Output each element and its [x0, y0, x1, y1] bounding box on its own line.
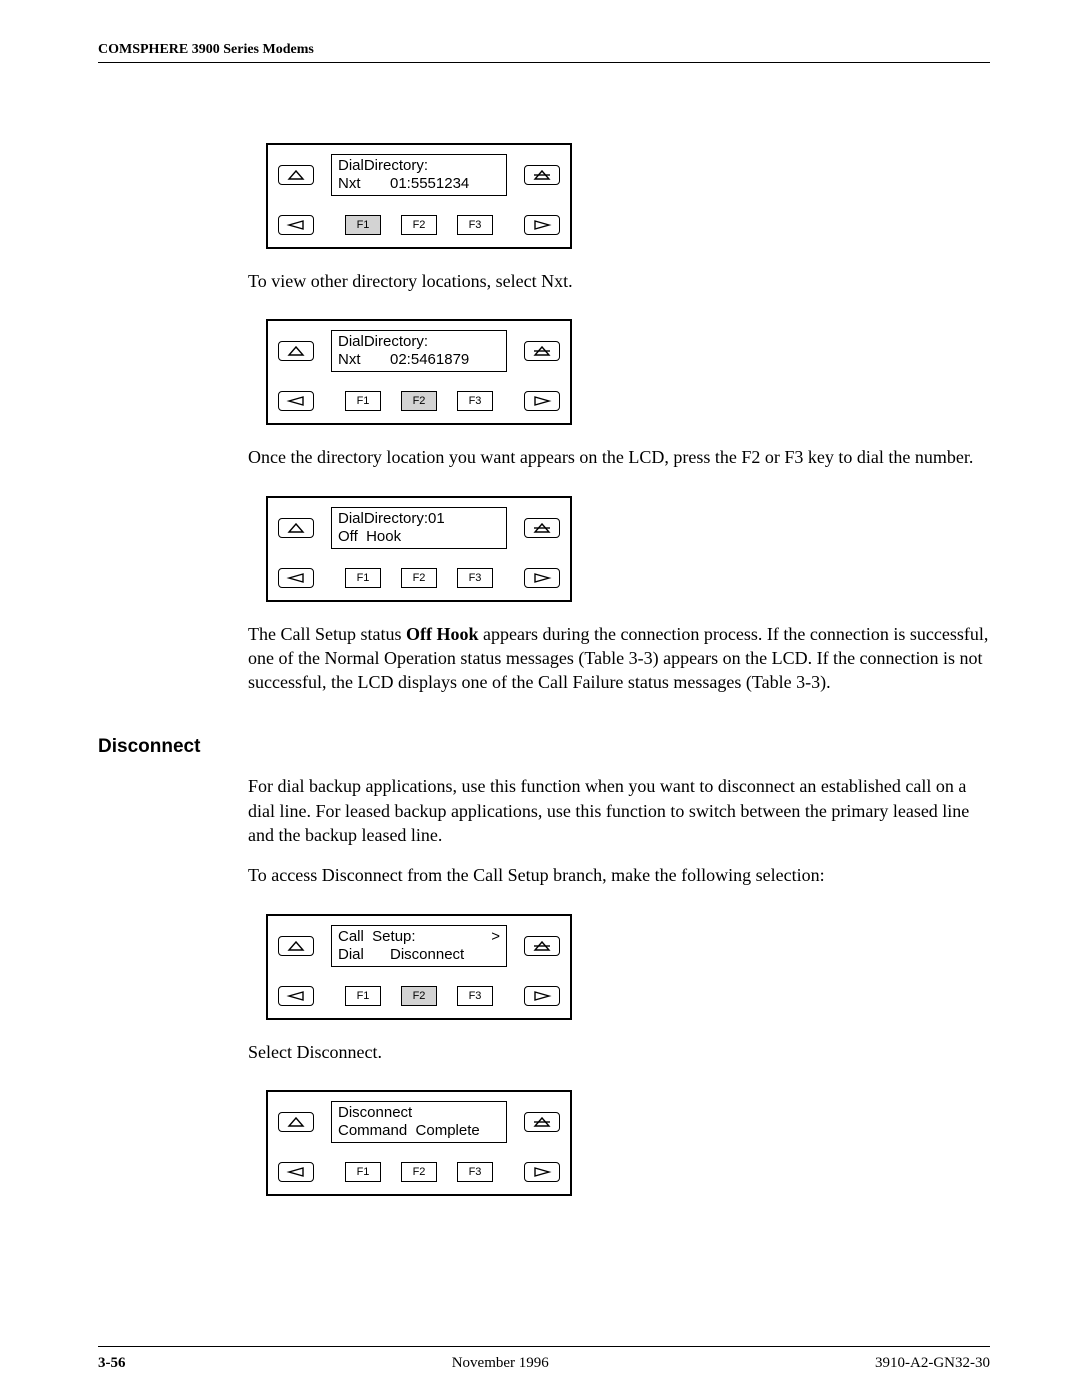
lcd-line2-col1: Nxt — [338, 175, 380, 193]
lcd-panel-2: DialDirectory:Nxt 02:5461879 F1 F2 F3 — [266, 319, 572, 425]
lcd-screen: DialDirectory:01Off Hook — [331, 507, 507, 549]
text-bold: Off Hook — [406, 624, 479, 644]
left-button-icon — [278, 1162, 314, 1182]
lcd-screen: DialDirectory:Nxt 02:5461879 — [331, 330, 507, 372]
fkey-row: F1 F2 F3 — [331, 1162, 507, 1182]
lcd-line2-col1: Off Hook — [338, 528, 401, 546]
main-content: DialDirectory:Nxt01:5551234F1F2F3 To vie… — [248, 143, 990, 694]
lcd-line1: DialDirectory: — [338, 333, 500, 351]
fkey-row: F1 F2 F3 — [331, 986, 507, 1006]
right-button-icon — [524, 1162, 560, 1182]
paragraph: Once the directory location you want app… — [248, 445, 990, 469]
lcd-line2-col1: Nxt — [338, 351, 380, 369]
lcd-line1: Call Setup: — [338, 928, 416, 946]
fkey-f3: F3 — [457, 986, 493, 1006]
paragraph: To view other directory locations, selec… — [248, 269, 990, 293]
fkey-row: F1 F2 F3 — [331, 391, 507, 411]
paragraph: For dial backup applications, use this f… — [248, 774, 990, 847]
fkey-row: F1 F2 F3 — [331, 568, 507, 588]
up-button-icon — [278, 165, 314, 185]
fkey-f3: F3 — [457, 1162, 493, 1182]
fkey-f3: F3 — [457, 568, 493, 588]
fkey-f2: F2 — [401, 986, 437, 1006]
lcd-panel-4: Call Setup: > Dial Disconnect F1 F2 F3 — [266, 914, 572, 1020]
lcd-line1: Disconnect — [338, 1104, 500, 1122]
header-rule — [98, 62, 990, 63]
lcd-panel-5: DisconnectCommand Complete F1 F2 F3 — [266, 1090, 572, 1196]
fkey-f1: F1 — [345, 391, 381, 411]
page-number: 3-56 — [98, 1355, 126, 1372]
up-button-icon — [278, 1112, 314, 1132]
text: The Call Setup status — [248, 624, 406, 644]
up-strike-button-icon — [524, 1112, 560, 1132]
right-button-icon — [524, 568, 560, 588]
left-button-icon — [278, 215, 314, 235]
up-strike-button-icon — [524, 341, 560, 361]
fkey-f2: F2 — [401, 1162, 437, 1182]
lcd-line1: DialDirectory: — [338, 157, 500, 175]
fkey-f2: F2 — [401, 568, 437, 588]
lcd-screen: DisconnectCommand Complete — [331, 1101, 507, 1143]
fkey-f3: F3 — [457, 215, 493, 235]
fkey-f1: F1 — [345, 568, 381, 588]
footer-date: November 1996 — [452, 1355, 549, 1372]
left-button-icon — [278, 986, 314, 1006]
lcd-panel-1: DialDirectory:Nxt 01:5551234 F1 F2 F3 — [266, 143, 572, 249]
lcd-line2-col2: Disconnect — [390, 946, 464, 964]
right-button-icon — [524, 215, 560, 235]
left-button-icon — [278, 568, 314, 588]
page-footer: 3-56 November 1996 3910-A2-GN32-30 — [98, 1355, 990, 1372]
up-button-icon — [278, 936, 314, 956]
fkey-row: F1 F2 F3 — [331, 215, 507, 235]
right-button-icon — [524, 391, 560, 411]
main-content: For dial backup applications, use this f… — [248, 774, 990, 1195]
fkey-f3: F3 — [457, 391, 493, 411]
section-heading-disconnect: Disconnect — [98, 736, 990, 758]
footer-rule — [98, 1346, 990, 1347]
fkey-f1: F1 — [345, 215, 381, 235]
up-strike-button-icon — [524, 518, 560, 538]
fkey-f1: F1 — [345, 986, 381, 1006]
up-button-icon — [278, 518, 314, 538]
fkey-f1: F1 — [345, 1162, 381, 1182]
right-button-icon — [524, 986, 560, 1006]
lcd-line2-col2: 01:5551234 — [390, 175, 469, 193]
paragraph: The Call Setup status Off Hook appears d… — [248, 622, 990, 695]
lcd-line2-col1: Dial — [338, 946, 380, 964]
left-button-icon — [278, 391, 314, 411]
up-button-icon — [278, 341, 314, 361]
lcd-panel-3: DialDirectory:01Off Hook F1 F2 F3 — [266, 496, 572, 602]
document-page: COMSPHERE 3900 Series Modems DialDirecto… — [0, 0, 1080, 1397]
fkey-f2: F2 — [401, 215, 437, 235]
fkey-f2: F2 — [401, 391, 437, 411]
paragraph: Select Disconnect. — [248, 1040, 990, 1064]
page-header: COMSPHERE 3900 Series Modems — [98, 42, 990, 58]
lcd-screen: DialDirectory:Nxt 01:5551234 — [331, 154, 507, 196]
up-strike-button-icon — [524, 936, 560, 956]
lcd-screen: Call Setup: > Dial Disconnect — [331, 925, 507, 967]
up-strike-button-icon — [524, 165, 560, 185]
lcd-line1: DialDirectory:01 — [338, 510, 500, 528]
lcd-line2-col2: 02:5461879 — [390, 351, 469, 369]
footer-docid: 3910-A2-GN32-30 — [875, 1355, 990, 1372]
lcd-line1-right: > — [491, 928, 500, 946]
lcd-line2-col1: Command Complete — [338, 1122, 480, 1140]
paragraph: To access Disconnect from the Call Setup… — [248, 863, 990, 887]
